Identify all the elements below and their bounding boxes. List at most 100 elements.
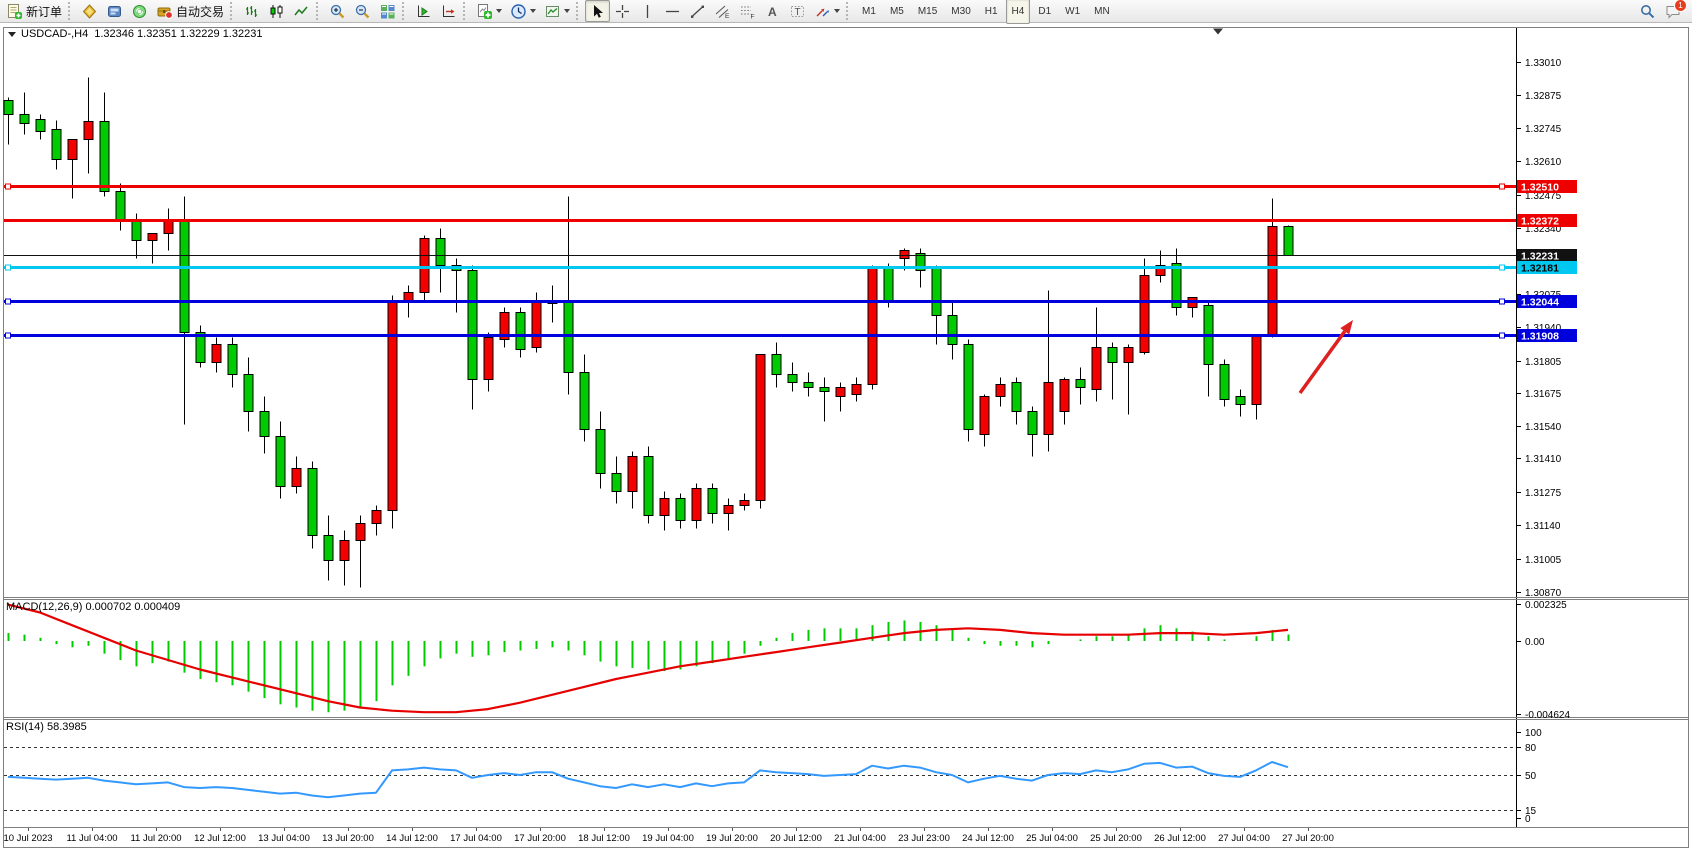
auto-trading-button[interactable]: 自动交易 [152, 0, 228, 22]
auto-scroll-icon [415, 3, 432, 20]
chevron-down-icon[interactable] [496, 9, 502, 13]
text-icon: A [764, 3, 781, 20]
green-signal-icon [131, 3, 148, 20]
svg-text:1.30870: 1.30870 [1525, 588, 1562, 599]
symbol-period-label: USDCAD-,H4 [21, 28, 88, 40]
tile-windows-button[interactable] [375, 0, 400, 22]
collapse-triangle-icon[interactable] [8, 32, 16, 37]
toolbar: 新订单 自动交易 E F AT M1M5 M15 M30 H1H4D1 W1 MN 1 [0, 0, 1692, 23]
crosshair-tool-button[interactable] [610, 0, 635, 22]
svg-text:21 Jul 04:00: 21 Jul 04:00 [834, 833, 886, 844]
trendline-tool-button[interactable] [685, 0, 710, 22]
toolbar-separator [576, 2, 583, 20]
svg-text:-0.004624: -0.004624 [1525, 710, 1570, 721]
candle-chart-button[interactable] [264, 0, 289, 22]
macd-indicator-label: MACD(12,26,9) 0.000702 0.000409 [6, 601, 180, 613]
toolbar-separator [316, 2, 323, 20]
arrows-tool-button[interactable] [810, 0, 844, 22]
bar-chart-button[interactable] [239, 0, 264, 22]
timeframe-m15-label: M15 [918, 6, 937, 17]
svg-text:1.32181: 1.32181 [1521, 263, 1559, 275]
timeframe-w1-label: W1 [1065, 6, 1080, 17]
channel-tool-button[interactable]: E [710, 0, 735, 22]
horizontal-line-tool-button[interactable] [660, 0, 685, 22]
line-handle[interactable] [6, 299, 11, 304]
notification-badge: 1 [1674, 0, 1687, 12]
timeframe-m1[interactable]: M1 [856, 0, 882, 24]
new-chart-button[interactable] [472, 0, 506, 22]
chevron-down-icon[interactable] [564, 9, 570, 13]
svg-text:1.31140: 1.31140 [1525, 521, 1561, 532]
timeframe-d1[interactable]: D1 [1032, 0, 1057, 24]
new-order-button[interactable]: 新订单 [2, 0, 66, 22]
svg-text:25 Jul 20:00: 25 Jul 20:00 [1090, 833, 1142, 844]
ohlc-values: 1.32346 1.32351 1.32229 1.32231 [94, 28, 262, 40]
svg-text:1.31908: 1.31908 [1521, 331, 1559, 343]
signals-button[interactable] [127, 0, 152, 22]
label-tool-button[interactable]: T [785, 0, 810, 22]
svg-text:F: F [751, 13, 755, 20]
line-handle[interactable] [1500, 299, 1505, 304]
timeframe-m5[interactable]: M5 [884, 0, 910, 24]
toolbar-separator [846, 2, 853, 20]
timeframe-w1[interactable]: W1 [1059, 0, 1086, 24]
chart-shift-button[interactable] [436, 0, 461, 22]
svg-text:18 Jul 12:00: 18 Jul 12:00 [578, 833, 630, 844]
svg-text:25 Jul 04:00: 25 Jul 04:00 [1026, 833, 1078, 844]
svg-text:1.31005: 1.31005 [1525, 555, 1562, 566]
timeframe-mn[interactable]: MN [1088, 0, 1116, 24]
svg-text:E: E [725, 13, 730, 20]
line-chart-button[interactable] [289, 0, 314, 22]
svg-text:17 Jul 20:00: 17 Jul 20:00 [514, 833, 566, 844]
line-handle[interactable] [6, 184, 11, 189]
cursor-tool-button[interactable] [585, 0, 610, 22]
zoom-out-button[interactable] [350, 0, 375, 22]
svg-text:24 Jul 12:00: 24 Jul 12:00 [962, 833, 1014, 844]
svg-text:1.32510: 1.32510 [1521, 182, 1559, 194]
arrows-icon [814, 3, 831, 20]
line-handle[interactable] [6, 265, 11, 270]
line-handle[interactable] [1500, 265, 1505, 270]
chat-button[interactable]: 1 [1660, 0, 1686, 22]
svg-text:1.32875: 1.32875 [1525, 91, 1562, 102]
clock-icon [510, 3, 527, 20]
timeframe-h4[interactable]: H4 [1006, 0, 1031, 24]
templates-button[interactable] [540, 0, 574, 22]
svg-text:26 Jul 12:00: 26 Jul 12:00 [1154, 833, 1206, 844]
timeframe-m15[interactable]: M15 [912, 0, 943, 24]
chevron-down-icon[interactable] [530, 9, 536, 13]
chat-icon: 1 [1664, 3, 1682, 20]
vertical-line-tool-button[interactable] [635, 0, 660, 22]
fibonacci-tool-button[interactable]: F [735, 0, 760, 22]
crosshair-icon [614, 3, 631, 20]
text-tool-button[interactable]: A [760, 0, 785, 22]
search-button[interactable] [1635, 0, 1660, 22]
periods-button[interactable] [506, 0, 540, 22]
timeframe-h1[interactable]: H1 [979, 0, 1004, 24]
cursor-icon [589, 3, 606, 20]
add-chart-icon [476, 3, 493, 20]
svg-text:12 Jul 12:00: 12 Jul 12:00 [194, 833, 246, 844]
auto-trading-button-label: 自动交易 [176, 3, 224, 20]
line-handle[interactable] [1500, 333, 1505, 338]
timeframe-m30[interactable]: M30 [945, 0, 976, 24]
chevron-down-icon[interactable] [834, 9, 840, 13]
toolbar-separator [230, 2, 237, 20]
timeframe-m30-label: M30 [951, 6, 970, 17]
zoom-in-button[interactable] [325, 0, 350, 22]
auto-scroll-button[interactable] [411, 0, 436, 22]
svg-text:1.33010: 1.33010 [1525, 58, 1562, 69]
chart-canvas[interactable]: 1.330101.328751.327451.326101.324751.323… [0, 0, 1692, 851]
line-handle[interactable] [6, 333, 11, 338]
market-button[interactable] [77, 0, 102, 22]
svg-text:20 Jul 12:00: 20 Jul 12:00 [770, 833, 822, 844]
community-button[interactable] [102, 0, 127, 22]
svg-text:11 Jul 20:00: 11 Jul 20:00 [130, 833, 181, 844]
gold-gem-icon [81, 3, 98, 20]
timeframe-mn-label: MN [1094, 6, 1110, 17]
line-handle[interactable] [1500, 184, 1505, 189]
zoom-in-icon [329, 3, 346, 20]
svg-text:1.31805: 1.31805 [1525, 357, 1562, 368]
fibo-icon: F [739, 3, 756, 20]
svg-text:13 Jul 04:00: 13 Jul 04:00 [258, 833, 310, 844]
